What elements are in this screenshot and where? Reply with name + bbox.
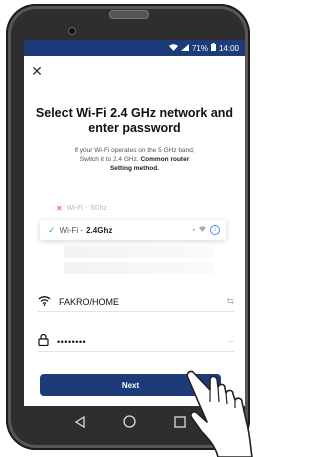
phone-camera (68, 27, 76, 35)
switch-network-icon[interactable]: ⇆ (226, 296, 234, 307)
status-bar: 71% 14:00 (24, 40, 245, 56)
network-5ghz-row: ✕ Wi-Fi - 5Ghz (48, 200, 224, 216)
close-icon[interactable]: ✕ (30, 64, 44, 78)
network-24ghz-band: 2.4Ghz (86, 225, 113, 235)
subtitle-line-1: If your Wi-Fi operates on the 5 GHz band… (74, 147, 195, 154)
network-5ghz-prefix: Wi-Fi - (66, 204, 88, 212)
page-subtitle: If your Wi-Fi operates on the 5 GHz band… (44, 146, 225, 173)
lock-icon: ▪ (192, 226, 195, 234)
cross-icon: ✕ (56, 203, 63, 213)
hand-pointer-icon (186, 370, 253, 457)
placeholder-network-row (64, 246, 214, 258)
show-password-icon[interactable]: ⌣ (228, 336, 234, 347)
wifi-signal-icon (168, 43, 178, 53)
wifi-name-value: FAKRO/HOME (59, 296, 120, 307)
app-screen: 71% 14:00 ✕ Select Wi-Fi 2.4 GHz network… (24, 40, 245, 406)
page-title: Select Wi-Fi 2.4 GHz network and enter p… (35, 106, 234, 135)
subtitle-bold-2: Setting method. (109, 165, 160, 172)
phone-speaker (109, 10, 149, 19)
network-24ghz-prefix: Wi-Fi - (59, 225, 84, 235)
wifi-icon (38, 293, 51, 311)
network-24ghz-row: ✓ Wi-Fi - 2.4Ghz ▪ i (40, 220, 226, 240)
password-field[interactable]: •••••••• ⌣ (38, 332, 234, 352)
check-icon: ✓ (48, 224, 56, 235)
battery-percent: 71% (191, 43, 208, 53)
cell-signal-icon (180, 43, 189, 53)
password-value: •••••••• (57, 336, 87, 347)
back-icon[interactable] (74, 415, 86, 433)
placeholder-network-row (64, 262, 214, 274)
network-5ghz-band: 5Ghz (90, 204, 108, 212)
lock-icon (38, 333, 49, 351)
battery-icon (210, 43, 216, 53)
wifi-name-field[interactable]: FAKRO/HOME ⇆ (38, 292, 234, 312)
clock-time: 14:00 (218, 43, 239, 53)
network-illustration: ✕ Wi-Fi - 5Ghz ✓ Wi-Fi - 2.4Ghz ▪ i (40, 198, 226, 280)
subtitle-line-2: Switch it to 2.4 GHz. (79, 156, 139, 163)
home-icon[interactable] (123, 415, 136, 433)
info-icon: i (210, 225, 220, 235)
wifi-small-icon (199, 226, 206, 234)
subtitle-bold-1: Common router (140, 156, 190, 163)
